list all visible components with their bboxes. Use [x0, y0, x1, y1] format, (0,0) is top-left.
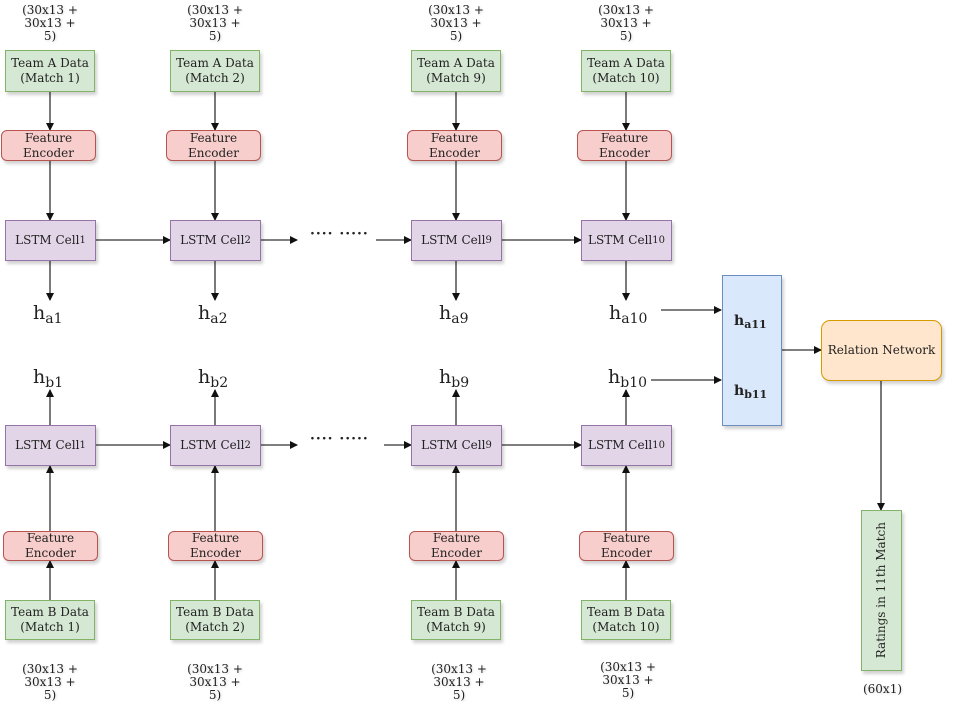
- team-a-input-dim-1: (30x13 +30x13 +5): [22, 3, 78, 43]
- team-b-data-match-9: Team B Data (Match 9): [411, 600, 501, 640]
- team-b-output-h2: hb2: [198, 366, 229, 391]
- team-b-data-match-10: Team B Data (Match 10): [581, 600, 671, 640]
- team-a-input-dim-10: (30x13 +30x13 +5): [598, 3, 654, 43]
- team-a-feature-encoder-2: Feature Encoder: [166, 130, 261, 161]
- team-a-input-dim-9: (30x13 +30x13 +5): [428, 3, 484, 43]
- team-b-output-h1: hb1: [33, 366, 64, 391]
- team-a-data-match-9: Team A Data (Match 9): [411, 50, 501, 92]
- team-b-lstm-cell-2: LSTM Cell 2: [170, 425, 261, 466]
- relation-network: Relation Network: [821, 320, 942, 381]
- team-a-output-h9: ha9: [439, 302, 469, 327]
- team-b-input-dim-10: (30x13 +30x13 +5): [600, 660, 656, 700]
- team-a-lstm-cell-9: LSTM Cell 9: [411, 220, 502, 261]
- team-a-data-match-1: Team A Data (Match 1): [5, 50, 95, 92]
- team-b-data-match-2: Team B Data (Match 2): [170, 600, 260, 640]
- team-b-lstm-cell-1: LSTM Cell 1: [5, 425, 96, 466]
- team-a-feature-encoder-1: Feature Encoder: [1, 130, 96, 161]
- output-dim: (60x1): [862, 682, 903, 696]
- team-a-output-h2: ha2: [198, 302, 228, 327]
- team-b-feature-encoder-10: Feature Encoder: [579, 531, 674, 561]
- team-b-feature-encoder-1: Feature Encoder: [3, 531, 98, 561]
- team-b-output-h10: hb10: [608, 366, 648, 391]
- concat-ha11-label: ha11: [734, 313, 767, 332]
- team-a-lstm-cell-2: LSTM Cell 2: [170, 220, 261, 261]
- team-b-feature-encoder-9: Feature Encoder: [409, 531, 504, 561]
- team-a-lstm-cell-1: LSTM Cell 1: [5, 220, 96, 261]
- team-a-data-match-10: Team A Data (Match 10): [581, 50, 671, 92]
- team-b-lstm-cell-9: LSTM Cell 9: [411, 425, 502, 466]
- team-b-input-dim-2: (30x13 +30x13 +5): [187, 662, 243, 702]
- team-a-output-h10: ha10: [609, 302, 648, 327]
- team-b-input-dim-9: (30x13 +30x13 +5): [431, 662, 487, 702]
- team-a-ellipsis: ···· ·····: [310, 226, 369, 242]
- team-b-output-h9: hb9: [439, 366, 470, 391]
- concat-hb11-label: hb11: [734, 383, 768, 402]
- team-a-data-match-2: Team A Data (Match 2): [170, 50, 260, 92]
- team-b-feature-encoder-2: Feature Encoder: [168, 531, 263, 561]
- team-b-lstm-cell-10: LSTM Cell 10: [581, 425, 672, 466]
- team-a-input-dim-2: (30x13 +30x13 +5): [187, 3, 243, 43]
- team-a-output-h1: ha1: [33, 302, 63, 327]
- team-b-data-match-1: Team B Data (Match 1): [5, 600, 95, 640]
- team-a-feature-encoder-9: Feature Encoder: [407, 130, 502, 161]
- team-b-input-dim-1: (30x13 +30x13 +5): [22, 662, 78, 702]
- team-a-feature-encoder-10: Feature Encoder: [577, 130, 672, 161]
- ratings-output: Ratings in 11th Match: [861, 510, 902, 671]
- team-b-ellipsis: ···· ·····: [310, 431, 369, 447]
- ratings-label: Ratings in 11th Match: [874, 522, 888, 659]
- concat-hidden-states: ha11 hb11: [722, 275, 782, 426]
- team-a-lstm-cell-10: LSTM Cell 10: [581, 220, 672, 261]
